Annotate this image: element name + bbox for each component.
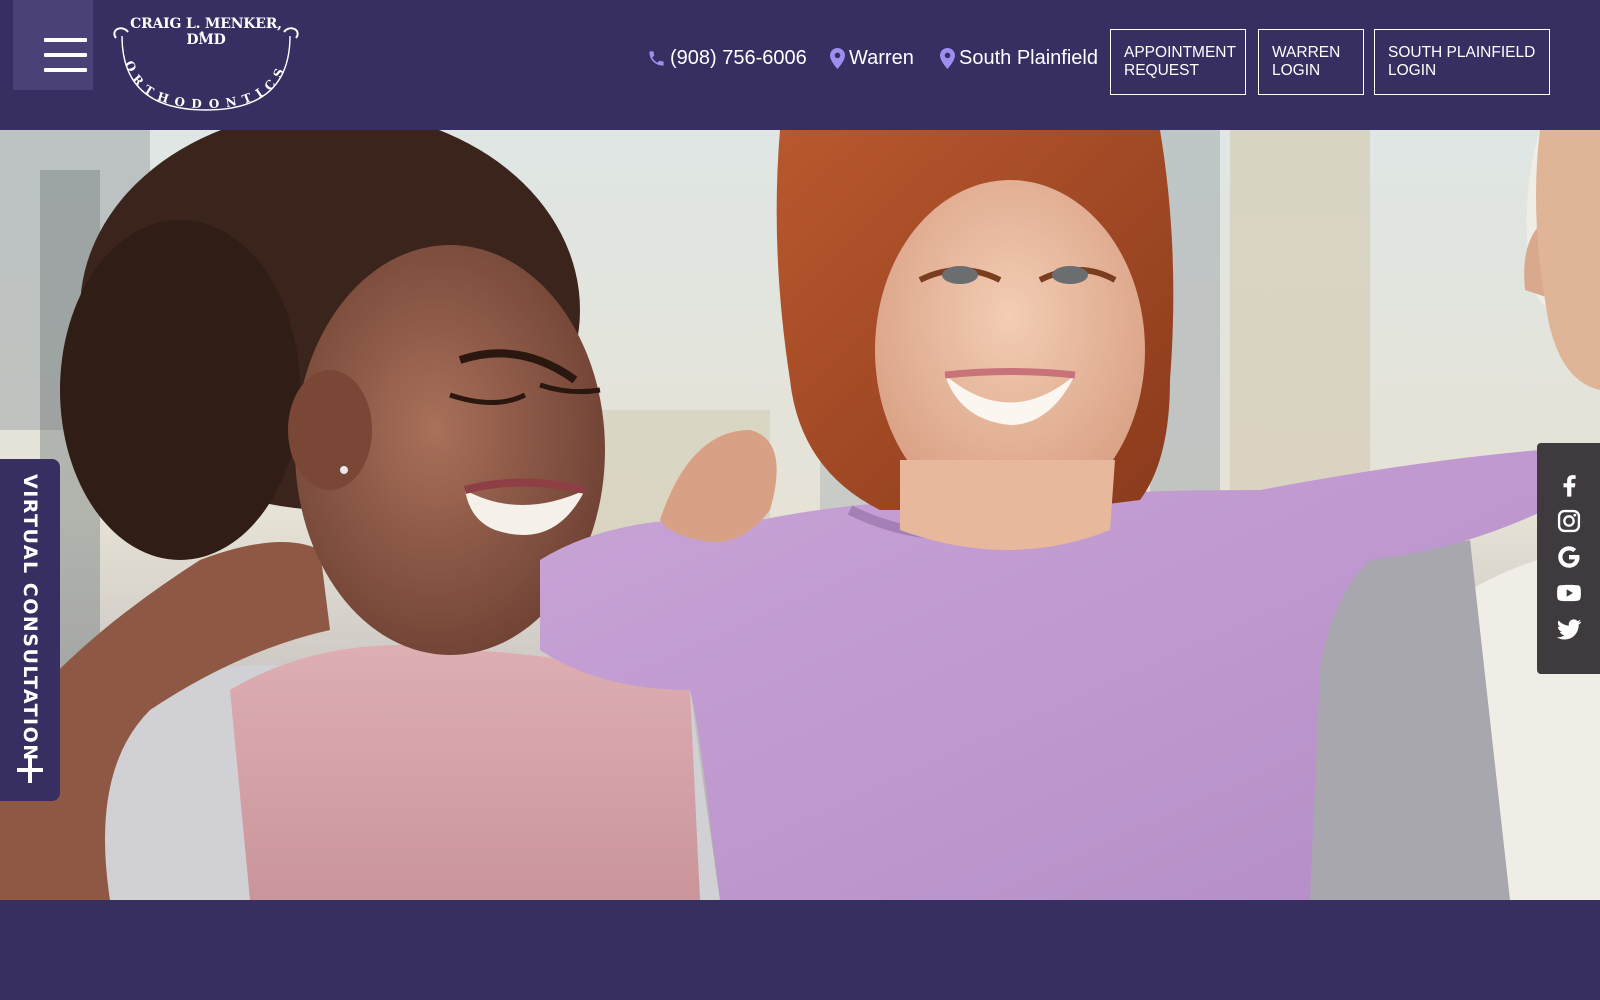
appointment-request-button[interactable]: APPOINTMENT REQUEST bbox=[1110, 29, 1246, 95]
map-pin-icon bbox=[830, 48, 845, 69]
phone-icon bbox=[649, 51, 664, 66]
hero-image: VIRTUAL CONSULTATION bbox=[0, 130, 1600, 900]
virtual-consultation-label: VIRTUAL CONSULTATION bbox=[19, 474, 41, 762]
location-link-warren[interactable]: Warren bbox=[830, 47, 914, 70]
button-label-line1: APPOINTMENT bbox=[1124, 44, 1236, 61]
south-plainfield-login-button[interactable]: SOUTH PLAINFIELD LOGIN bbox=[1374, 29, 1550, 95]
button-label-line2: LOGIN bbox=[1388, 62, 1437, 79]
map-pin-icon bbox=[940, 48, 955, 69]
footer-band bbox=[0, 900, 1600, 1000]
button-label-line1: SOUTH PLAINFIELD bbox=[1388, 44, 1536, 61]
hero-photo bbox=[0, 130, 1600, 900]
facebook-icon[interactable] bbox=[1555, 471, 1583, 499]
site-header: CRAIG L. MENKER, DMD ORTHODONTICS (908) … bbox=[0, 0, 1600, 130]
social-sidebar bbox=[1537, 443, 1600, 674]
instagram-icon[interactable] bbox=[1555, 507, 1583, 535]
phone-number: (908) 756-6006 bbox=[670, 47, 807, 69]
hamburger-icon-bar bbox=[44, 68, 87, 72]
hamburger-icon-bar bbox=[44, 53, 87, 57]
youtube-icon[interactable] bbox=[1555, 579, 1583, 607]
phone-link[interactable]: (908) 756-6006 bbox=[647, 47, 807, 70]
site-logo[interactable]: CRAIG L. MENKER, DMD ORTHODONTICS bbox=[110, 10, 302, 118]
virtual-consultation-tab[interactable]: VIRTUAL CONSULTATION bbox=[0, 459, 60, 801]
logo-braces-smile: ORTHODONTICS bbox=[113, 27, 299, 111]
plus-icon bbox=[17, 757, 43, 783]
hamburger-menu-button[interactable] bbox=[13, 0, 93, 90]
google-icon[interactable] bbox=[1555, 543, 1583, 571]
location-label: Warren bbox=[849, 47, 914, 69]
logo-tagline: ORTHODONTICS bbox=[122, 59, 289, 111]
twitter-icon[interactable] bbox=[1555, 615, 1583, 643]
location-link-south-plainfield[interactable]: South Plainfield bbox=[940, 47, 1098, 70]
button-label-line1: WARREN bbox=[1272, 44, 1341, 61]
warren-login-button[interactable]: WARREN LOGIN bbox=[1258, 29, 1364, 95]
location-label: South Plainfield bbox=[959, 47, 1098, 69]
button-label-line2: REQUEST bbox=[1124, 62, 1199, 79]
hamburger-icon bbox=[44, 38, 87, 42]
button-label-line2: LOGIN bbox=[1272, 62, 1321, 79]
